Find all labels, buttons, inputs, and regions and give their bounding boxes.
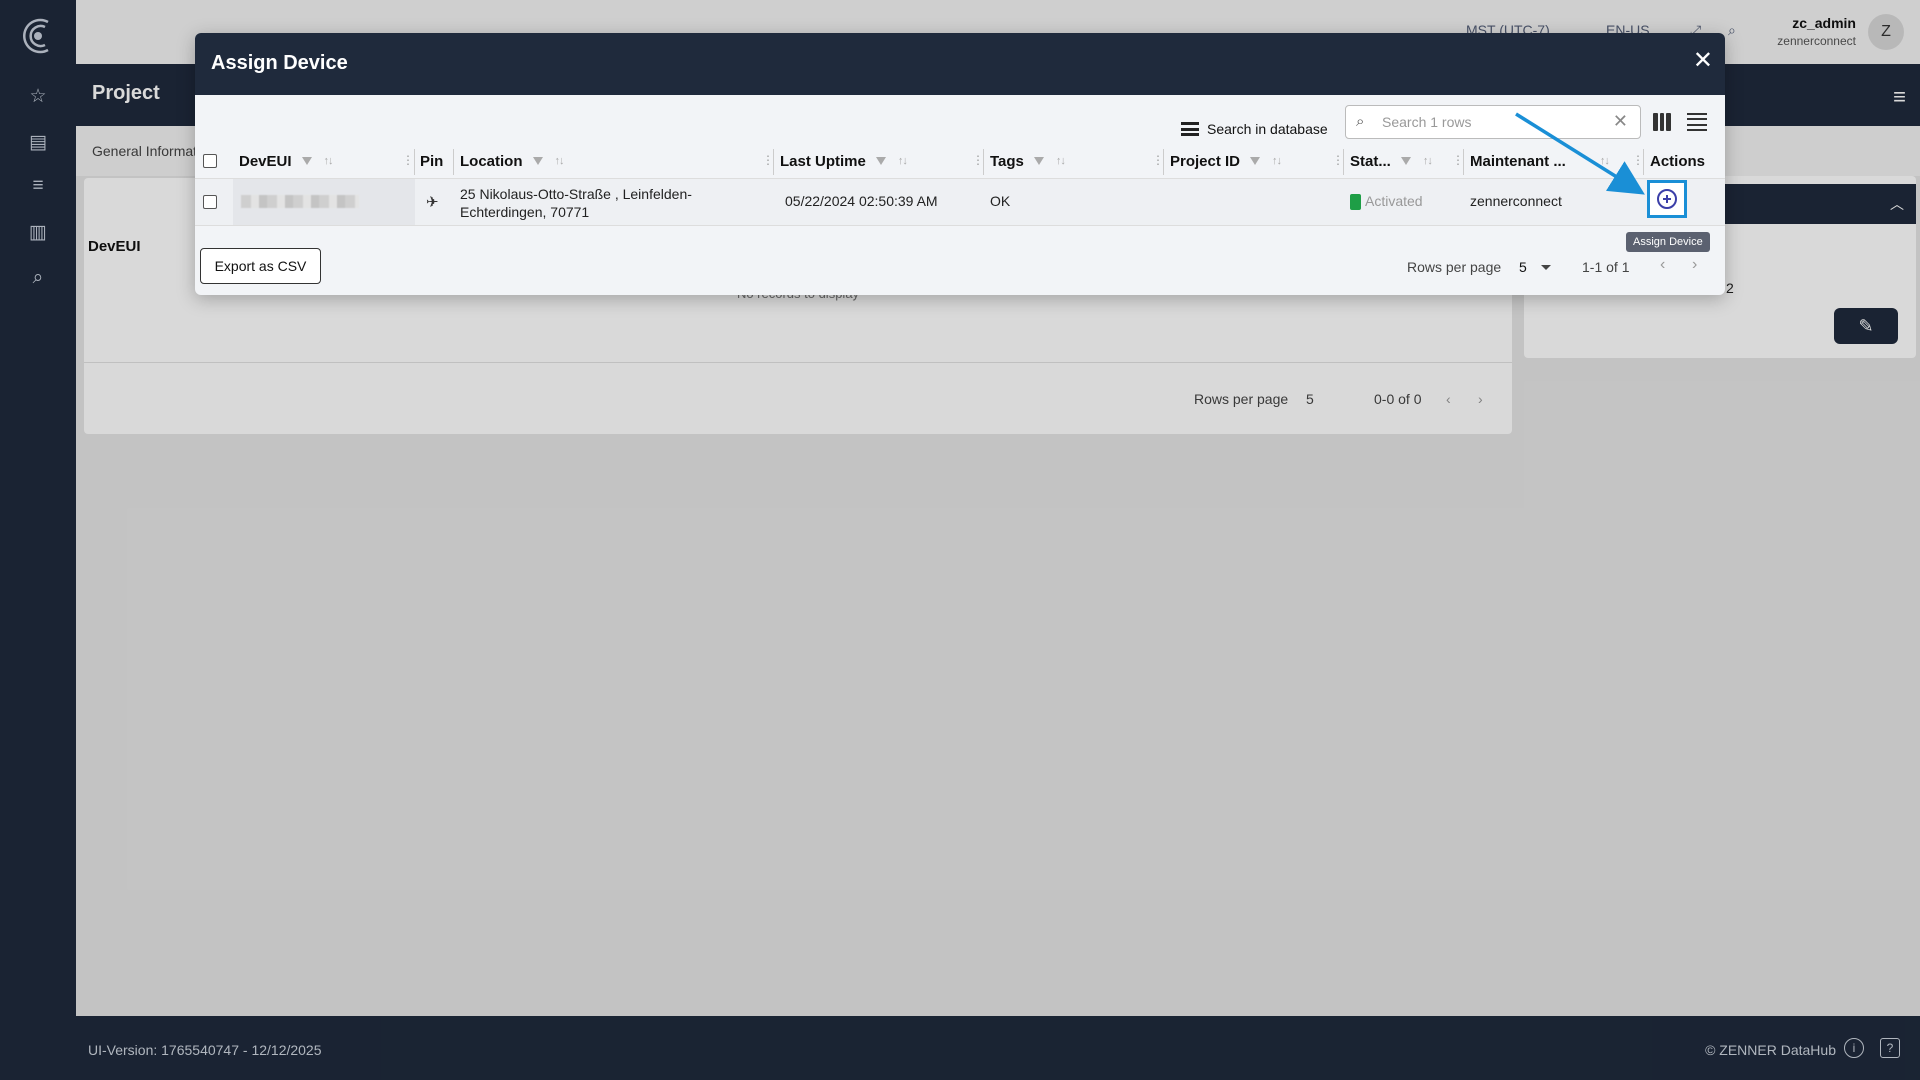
chevron-down-icon (1540, 264, 1551, 270)
sort-icon[interactable]: ↑↓ (324, 155, 334, 167)
dialog-header: Assign Device ✕ (195, 33, 1725, 95)
column-separator[interactable] (773, 149, 776, 175)
location-line-2: Echterdingen, 70771 (460, 204, 590, 220)
column-separator[interactable] (453, 149, 456, 175)
maintenant-cell: zennerconnect (1470, 193, 1562, 209)
column-separator[interactable] (1343, 149, 1346, 175)
dialog-title: Assign Device (211, 52, 348, 74)
column-header-tags[interactable]: Tags ↑↓ (990, 145, 1066, 177)
filter-icon[interactable] (1400, 157, 1411, 165)
column-header-status[interactable]: Stat... ↑↓ (1350, 145, 1433, 177)
column-label-last-uptime: Last Uptime (780, 152, 866, 170)
column-label-maintenant: Maintenant ... (1470, 152, 1566, 170)
sort-icon[interactable]: ↑↓ (555, 155, 565, 167)
column-menu-icon[interactable]: ⋮ (402, 154, 414, 166)
prev-page-icon[interactable]: ‹ (1660, 256, 1665, 274)
tags-cell: OK (990, 193, 1011, 209)
pagination-info: 1-1 of 1 (1582, 259, 1630, 275)
column-label-status: Stat... (1350, 152, 1391, 170)
column-label-location: Location (460, 152, 523, 170)
search-input[interactable] (1382, 112, 1602, 132)
sort-icon[interactable]: ↑↓ (898, 155, 908, 167)
close-icon[interactable]: ✕ (1693, 49, 1713, 73)
column-label-pin: Pin (420, 152, 444, 170)
search-in-database-button[interactable]: Search in database (1181, 121, 1328, 137)
columns-toggle-icon[interactable] (1653, 113, 1672, 131)
redacted-deveui (241, 195, 359, 208)
column-separator[interactable] (1643, 149, 1646, 175)
pin-icon[interactable]: ✈ (426, 193, 439, 211)
column-separator[interactable] (983, 149, 986, 175)
next-page-icon[interactable]: › (1692, 256, 1697, 274)
row-checkbox-cell (203, 195, 217, 209)
column-separator[interactable] (1463, 149, 1466, 175)
column-header-deveui[interactable]: DevEUI ↑↓ (239, 145, 334, 177)
search-icon: ⌕ (1356, 113, 1365, 130)
rows-per-page-select[interactable]: 5 (1519, 259, 1551, 275)
filter-icon[interactable] (532, 157, 543, 165)
table-header: DevEUI ↑↓ ⋮ Pin Location ↑↓ ⋮ Last Uptim… (195, 145, 1725, 177)
density-toggle-icon[interactable] (1687, 113, 1707, 131)
rows-per-page-value: 5 (1519, 259, 1527, 275)
export-csv-button[interactable]: Export as CSV (200, 248, 321, 284)
sort-icon[interactable]: ↑↓ (1056, 155, 1066, 167)
search-in-database-label: Search in database (1207, 121, 1328, 137)
column-header-location[interactable]: Location ↑↓ (460, 145, 565, 177)
column-label-deveui: DevEUI (239, 152, 292, 170)
row-checkbox[interactable] (203, 195, 217, 209)
column-header-actions: Actions (1650, 145, 1705, 177)
status-indicator (1350, 194, 1361, 211)
filter-icon[interactable] (1033, 157, 1044, 165)
assign-device-dialog: Assign Device ✕ Search in database ⌕ ✕ D… (195, 33, 1725, 295)
location-line-1: 25 Nikolaus-Otto-Straße , Leinfelden- (460, 186, 692, 202)
column-header-project-id[interactable]: Project ID ↑↓ (1170, 145, 1282, 177)
column-label-tags: Tags (990, 152, 1024, 170)
select-all-checkbox[interactable] (203, 154, 217, 168)
column-separator[interactable] (414, 149, 417, 175)
column-separator[interactable] (1163, 149, 1166, 175)
status-cell: Activated (1350, 193, 1423, 211)
location-cell: 25 Nikolaus-Otto-Straße , Leinfelden- Ec… (460, 185, 692, 221)
last-uptime-cell: 05/22/2024 02:50:39 AM (785, 193, 938, 209)
table-row[interactable]: ✈ 25 Nikolaus-Otto-Straße , Leinfelden- … (195, 178, 1725, 226)
column-label-actions: Actions (1650, 152, 1706, 170)
status-badge: Activated (1365, 193, 1423, 209)
column-header-maintenant[interactable]: Maintenant ... ↑↓ (1470, 145, 1610, 177)
column-header-last-uptime[interactable]: Last Uptime ↑↓ (780, 145, 908, 177)
search-box: ⌕ ✕ (1345, 105, 1641, 139)
rows-per-page-label: Rows per page (1407, 259, 1502, 275)
column-header-pin[interactable]: Pin (420, 145, 443, 177)
database-list-icon (1181, 122, 1199, 136)
assign-device-button[interactable] (1647, 180, 1687, 218)
filter-icon[interactable] (1250, 157, 1261, 165)
sort-icon[interactable]: ↑↓ (1423, 155, 1433, 167)
clear-search-icon[interactable]: ✕ (1613, 111, 1628, 132)
filter-icon[interactable] (875, 157, 886, 165)
sort-icon[interactable]: ↑↓ (1600, 155, 1610, 167)
deveui-cell (233, 179, 415, 225)
dialog-footer: Export as CSV Rows per page 5 1-1 of 1 ‹… (195, 239, 1725, 295)
add-circle-icon (1657, 189, 1677, 209)
filter-icon[interactable] (301, 157, 312, 165)
select-all-checkbox-cell (203, 145, 217, 177)
sort-icon[interactable]: ↑↓ (1272, 155, 1282, 167)
column-label-project-id: Project ID (1170, 152, 1241, 170)
